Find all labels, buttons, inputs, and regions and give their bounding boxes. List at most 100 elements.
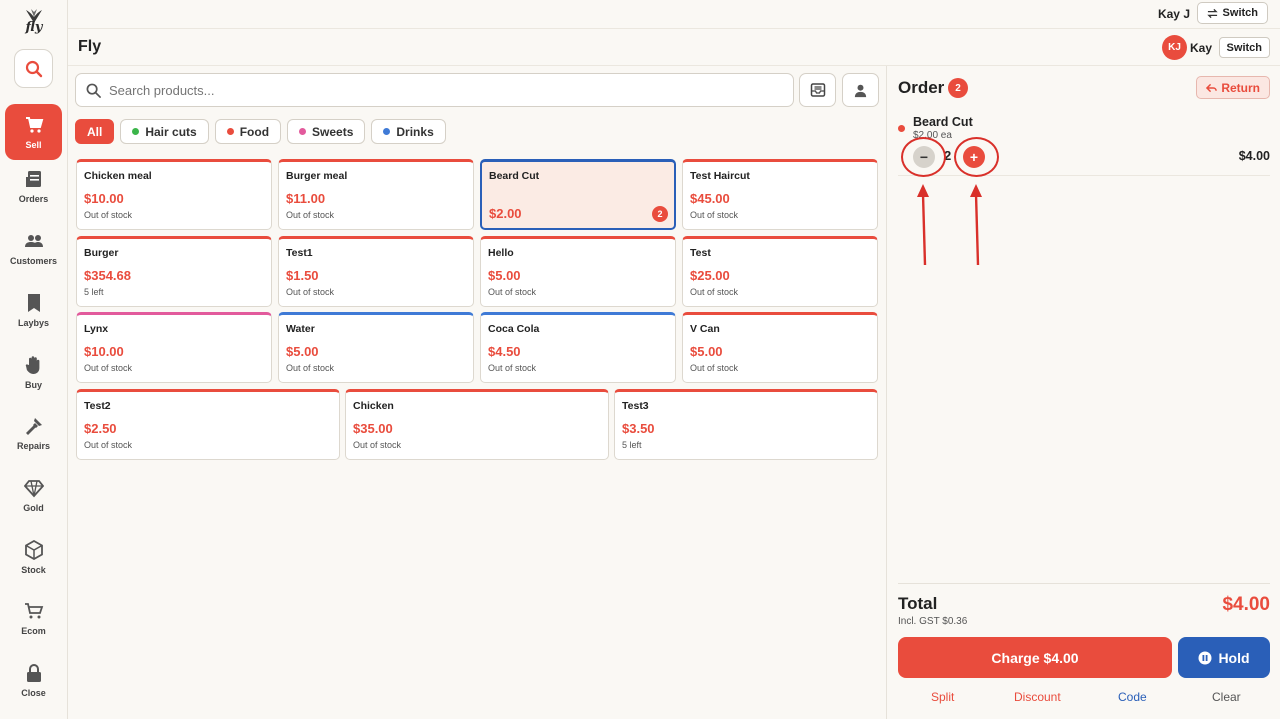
sidebar-item-label: Orders <box>18 193 49 204</box>
switch-user-button[interactable]: Switch <box>1196 2 1268 24</box>
avatar[interactable]: KJ <box>1162 35 1187 60</box>
sidebar-item-laybys[interactable]: Laybys <box>5 282 62 338</box>
gst-note: Incl. GST $0.36 <box>898 616 968 627</box>
search-input[interactable] <box>109 82 749 98</box>
sidebar-item-stock[interactable]: Stock <box>5 529 62 585</box>
charge-button[interactable]: Charge $4.00 <box>898 637 1172 678</box>
product-price: $5.00 <box>286 344 319 359</box>
lock-icon <box>26 663 41 682</box>
category-hair-cuts[interactable]: Hair cuts <box>120 119 209 144</box>
code-link[interactable]: Code <box>1118 690 1147 704</box>
category-dot <box>226 128 234 135</box>
category-food[interactable]: Food <box>214 119 282 144</box>
sidebar-search-button[interactable] <box>14 49 53 88</box>
sidebar-item-label: Buy <box>24 379 42 390</box>
sidebar-item-label: Laybys <box>17 317 50 328</box>
order-panel: Order 2 Return Beard Cut $2.00 ea − 2 + … <box>886 66 1280 719</box>
sidebar-item-repairs[interactable]: Repairs <box>5 405 62 461</box>
sidebar-item-label: Sell <box>25 139 42 150</box>
product-card[interactable]: Test3 $3.50 5 left <box>614 389 878 460</box>
line-item-total: $4.00 <box>1238 149 1270 163</box>
sidebar-item-buy[interactable]: Buy <box>5 344 62 400</box>
product-card[interactable]: Coca Cola $4.50 Out of stock <box>480 312 676 383</box>
product-price: $10.00 <box>84 191 124 206</box>
product-name: Burger meal <box>286 170 348 182</box>
product-card[interactable]: Chicken meal $10.00 Out of stock <box>76 159 272 230</box>
product-stock: Out of stock <box>286 287 335 297</box>
order-totals: Total Incl. GST $0.36 $4.00 <box>898 583 1270 627</box>
product-card[interactable]: Test2 $2.50 Out of stock <box>76 389 340 460</box>
category-drinks[interactable]: Drinks <box>371 119 446 144</box>
product-card[interactable]: Lynx $10.00 Out of stock <box>76 312 272 383</box>
sidebar-item-customers[interactable]: Customers <box>5 220 62 276</box>
category-filter: All Hair cuts Food Sweets Drinks <box>75 119 446 144</box>
product-card[interactable]: Test Haircut $45.00 Out of stock <box>682 159 878 230</box>
header-switch-button[interactable]: Switch <box>1218 37 1270 58</box>
sidebar-item-gold[interactable]: Gold <box>5 467 62 523</box>
product-card[interactable]: Chicken $35.00 Out of stock <box>345 389 609 460</box>
cart-icon <box>25 116 43 133</box>
category-all[interactable]: All <box>75 119 115 144</box>
category-label: All <box>87 124 103 139</box>
product-price: $10.00 <box>84 344 124 359</box>
header-user-name: Kay <box>1189 41 1212 55</box>
product-card[interactable]: Water $5.00 Out of stock <box>278 312 474 383</box>
return-icon <box>1206 83 1218 92</box>
pause-icon <box>1198 651 1212 664</box>
product-name: Lynx <box>84 323 109 335</box>
product-stock: Out of stock <box>488 287 537 297</box>
product-name: Test Haircut <box>690 170 750 182</box>
product-name: Test2 <box>84 400 111 412</box>
product-stock: Out of stock <box>690 287 739 297</box>
product-card-selected[interactable]: Beard Cut $2.00 2 <box>480 159 676 230</box>
diamond-icon <box>23 479 44 497</box>
top-bar: Kay J Switch <box>68 0 1280 29</box>
category-sweets[interactable]: Sweets <box>287 119 366 144</box>
product-card[interactable]: Test1 $1.50 Out of stock <box>278 236 474 307</box>
discount-link[interactable]: Discount <box>1014 690 1061 704</box>
total-label: Total <box>898 594 938 613</box>
product-name: Chicken meal <box>84 170 152 182</box>
store-header: Fly KJ Kay Switch <box>68 29 1280 66</box>
product-price: $11.00 <box>286 191 326 206</box>
customer-button[interactable] <box>842 73 879 107</box>
annotation-arrows <box>917 184 982 266</box>
product-stock: 5 left <box>84 287 104 297</box>
shop-cart-icon <box>24 602 43 618</box>
product-name: Test3 <box>622 400 649 412</box>
product-price: $45.00 <box>690 191 730 206</box>
sidebar-item-sell[interactable]: Sell <box>5 104 62 160</box>
fly-logo: fly <box>18 8 50 40</box>
product-card[interactable]: Burger meal $11.00 Out of stock <box>278 159 474 230</box>
product-card[interactable]: V Can $5.00 Out of stock <box>682 312 878 383</box>
product-price: $5.00 <box>690 344 723 359</box>
product-name: Burger <box>84 247 119 259</box>
split-link[interactable]: Split <box>931 690 954 704</box>
sidebar: fly Sell Orders Customers Laybys Buy Rep… <box>0 0 68 719</box>
category-label: Food <box>239 124 270 139</box>
category-dot <box>299 128 307 135</box>
product-price: $3.50 <box>622 421 655 436</box>
sidebar-item-label: Gold <box>23 502 44 513</box>
arrow-line-minus <box>921 193 927 266</box>
sidebar-item-orders[interactable]: Orders <box>5 158 62 214</box>
product-stock: Out of stock <box>488 363 537 373</box>
clear-link[interactable]: Clear <box>1212 690 1241 704</box>
sidebar-item-label: Stock <box>21 564 46 575</box>
hold-button[interactable]: Hold <box>1178 637 1270 678</box>
product-price: $354.68 <box>84 268 131 283</box>
sidebar-item-ecom[interactable]: Ecom <box>5 590 62 646</box>
return-button[interactable]: Return <box>1196 76 1270 99</box>
product-search[interactable] <box>75 73 794 107</box>
orders-icon <box>25 170 41 187</box>
product-stock: Out of stock <box>690 363 739 373</box>
product-name: Test1 <box>286 247 313 259</box>
scan-button[interactable] <box>799 73 836 107</box>
product-price: $1.50 <box>286 268 319 283</box>
product-stock: Out of stock <box>286 363 335 373</box>
product-card[interactable]: Test $25.00 Out of stock <box>682 236 878 307</box>
store-title: Fly <box>78 38 102 55</box>
product-card[interactable]: Hello $5.00 Out of stock <box>480 236 676 307</box>
product-card[interactable]: Burger $354.68 5 left <box>76 236 272 307</box>
sidebar-item-close[interactable]: Close <box>5 652 62 708</box>
